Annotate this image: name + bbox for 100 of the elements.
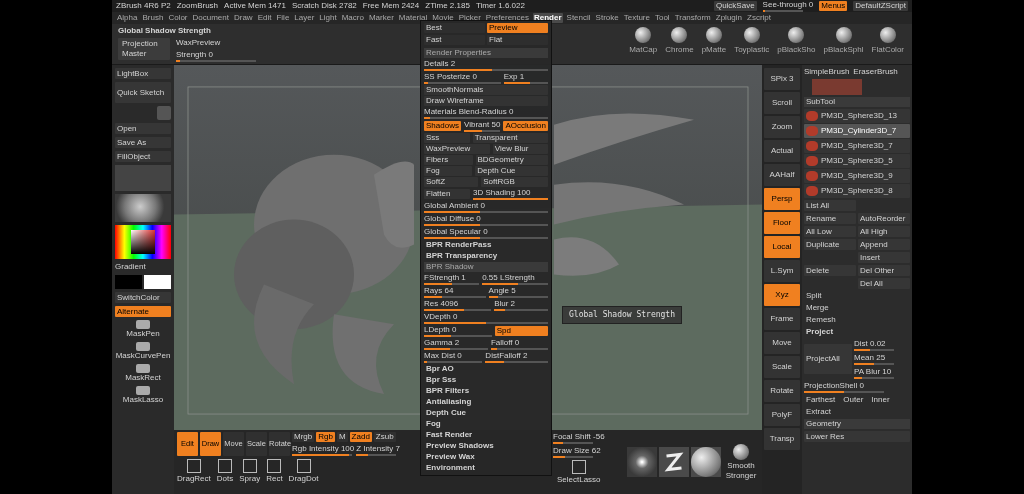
subpalette-button[interactable]: Bpr AO xyxy=(424,364,548,374)
menu-item[interactable]: Alpha xyxy=(116,13,139,23)
view-control-button[interactable]: Xyz xyxy=(764,284,800,306)
material-button[interactable]: Toyplastic xyxy=(732,27,772,57)
menu-item[interactable]: Movie xyxy=(431,13,455,23)
render-toggle[interactable]: Depth Cue xyxy=(475,166,548,176)
projection-shell-slider[interactable]: ProjectionShell 0 xyxy=(804,381,910,393)
subpalette-button[interactable]: Environment xyxy=(424,463,548,473)
lower-res-button[interactable]: Lower Res xyxy=(804,431,910,442)
render-slider[interactable]: VDepth 0 xyxy=(424,312,548,324)
brush-tab[interactable]: SimpleBrush xyxy=(804,67,850,77)
menu-item[interactable]: Light xyxy=(318,13,338,23)
view-control-button[interactable]: Move xyxy=(764,332,800,354)
render-slider[interactable]: FStrength 1 xyxy=(424,273,480,285)
render-slider[interactable]: Angle 5 xyxy=(488,286,548,298)
view-control-button[interactable]: Transp xyxy=(764,428,800,450)
split-button[interactable]: Split xyxy=(804,291,824,301)
menu-item[interactable]: Tool xyxy=(653,13,671,23)
select-lasso-button[interactable]: SelectLasso xyxy=(553,460,605,485)
append-button[interactable]: Append xyxy=(858,239,910,250)
material-button[interactable]: pBlackSphl xyxy=(821,27,866,57)
view-control-button[interactable]: Floor xyxy=(764,212,800,234)
quick-sketch-button[interactable]: Quick Sketch xyxy=(115,82,171,103)
subpalette-button[interactable]: BPR Transparency xyxy=(424,251,548,261)
material-button[interactable]: MatCap xyxy=(627,27,660,57)
stroke-button[interactable]: Rect xyxy=(266,459,283,484)
render-toggle[interactable]: SoftZ xyxy=(424,177,479,187)
render-mode-option[interactable]: Fast xyxy=(424,35,485,45)
stroke-button[interactable]: DragRect xyxy=(177,459,211,484)
rename-button[interactable]: Rename xyxy=(804,213,856,224)
menu-item[interactable]: Stencil xyxy=(565,13,592,23)
render-slider[interactable]: Global Diffuse 0 xyxy=(424,214,548,226)
stroke-button[interactable]: Dots xyxy=(216,459,234,484)
view-control-button[interactable]: Rotate xyxy=(764,380,800,402)
draw-size-slider[interactable]: Draw Size 62 xyxy=(553,446,605,458)
view-control-button[interactable]: PolyF xyxy=(764,404,800,426)
menu-item[interactable]: Marker xyxy=(367,13,395,23)
menu-item[interactable]: Brush xyxy=(141,13,165,23)
fill-object-button[interactable]: FillObject xyxy=(115,151,171,162)
render-slider[interactable]: Global Specular 0 xyxy=(424,227,548,239)
save-as-button[interactable]: Save As xyxy=(115,137,171,148)
brush-button[interactable]: MaskRect xyxy=(115,364,171,383)
render-slider[interactable]: Res 4096 xyxy=(424,299,492,311)
subpalette-header[interactable]: Render Properties xyxy=(424,48,548,58)
see-through-slider[interactable]: See-through 0 xyxy=(762,0,814,12)
menu-item[interactable]: Draw xyxy=(232,13,254,23)
brush-button[interactable]: MaskLasso xyxy=(115,386,171,405)
lightbox-button[interactable]: LightBox xyxy=(115,68,171,79)
del-all-button[interactable]: Del All xyxy=(858,278,910,289)
subpalette-button[interactable]: Preview Shadows xyxy=(424,441,548,451)
menus-button[interactable]: Menus xyxy=(819,1,848,11)
subpalette-button[interactable]: Antialiasing xyxy=(424,397,548,407)
brush-button[interactable]: MaskCurvePen xyxy=(115,342,171,361)
menu-item[interactable]: Macro xyxy=(340,13,365,23)
tool-thumbnail[interactable] xyxy=(812,79,862,95)
render-slider[interactable]: SS Posterize 0 xyxy=(424,72,501,84)
brush-tab[interactable]: EraserBrush xyxy=(853,67,898,77)
subpalette-button[interactable]: BPR RenderPass xyxy=(424,240,548,250)
render-slider[interactable]: Global Ambient 0 xyxy=(424,201,548,213)
secondary-color-swatch[interactable] xyxy=(144,275,171,289)
subpalette-header[interactable]: BPR Shadow xyxy=(424,262,548,272)
color-mode-button[interactable]: Mrgb xyxy=(292,432,315,442)
focal-shift-slider[interactable]: Focal Shift -56 xyxy=(553,432,605,444)
subtool-item[interactable]: PM3D_Sphere3D_5 xyxy=(804,154,910,168)
render-slider[interactable]: Gamma 2 xyxy=(424,338,488,350)
auto-reorder-button[interactable]: AutoReorder xyxy=(858,213,910,224)
render-slider[interactable]: DistFalloff 2 xyxy=(485,351,548,363)
stroke-button[interactable]: Spray xyxy=(239,459,261,484)
script-button[interactable]: DefaultZScript xyxy=(853,1,908,11)
alternate-button[interactable]: Alternate xyxy=(115,306,171,317)
sculpt-mode-button[interactable]: Zsub xyxy=(373,432,396,442)
menu-item[interactable]: Edit xyxy=(256,13,273,23)
all-low-button[interactable]: All Low xyxy=(804,226,856,237)
menu-item[interactable]: Picker xyxy=(457,13,482,23)
del-other-button[interactable]: Del Other xyxy=(858,265,910,276)
menu-item[interactable]: Layer xyxy=(293,13,316,23)
menu-item[interactable]: Stroke xyxy=(594,13,620,23)
switch-color-button[interactable]: SwitchColor xyxy=(115,292,171,303)
menu-item[interactable]: File xyxy=(275,13,291,23)
shell-option-button[interactable]: Farthest xyxy=(804,395,838,405)
render-slider[interactable]: Details 2 xyxy=(424,59,548,71)
render-slider[interactable]: 0.55 LStrength xyxy=(482,273,548,285)
subtool-item[interactable]: PM3D_Sphere3D_7 xyxy=(804,139,910,153)
view-control-button[interactable]: Persp xyxy=(764,188,800,210)
material-button[interactable]: Chrome xyxy=(663,27,696,57)
render-toggle[interactable]: WaxPreview xyxy=(424,144,490,154)
rgb-intensity-slider[interactable]: Rgb Intensity 100 xyxy=(292,444,355,456)
subpalette-button[interactable]: BPR Filters xyxy=(424,386,548,396)
subpalette-button[interactable]: Bpr Sss xyxy=(424,375,548,385)
render-toggle[interactable]: AOcclusion xyxy=(503,121,548,131)
projection-slider[interactable]: Mean 25 xyxy=(854,353,894,365)
menu-item[interactable]: Texture xyxy=(622,13,651,23)
render-toggle[interactable]: Spd xyxy=(494,326,548,336)
render-toggle[interactable]: Transparent xyxy=(472,133,548,143)
extract-button[interactable]: Extract xyxy=(804,407,833,417)
render-mode-option[interactable]: Preview xyxy=(487,23,548,33)
menu-item[interactable]: Material xyxy=(397,13,429,23)
view-control-button[interactable]: Zoom xyxy=(764,116,800,138)
color-picker[interactable] xyxy=(115,225,171,259)
render-toggle[interactable]: Draw Wireframe xyxy=(424,96,548,106)
